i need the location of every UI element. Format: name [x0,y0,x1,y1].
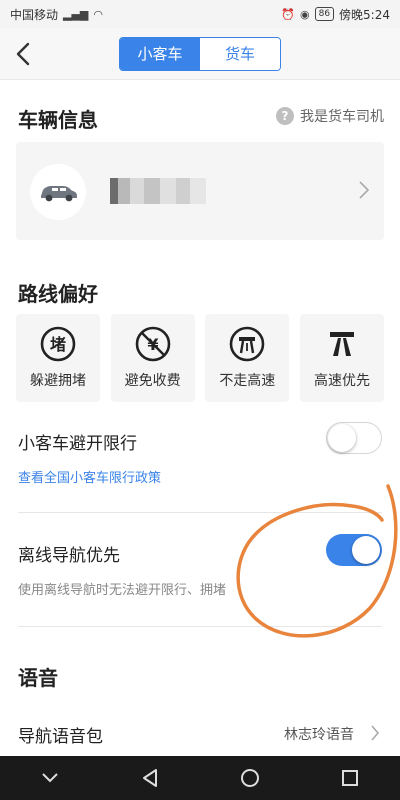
restriction-toggle[interactable] [326,422,382,454]
voice-section-title: 语音 [18,666,58,690]
vehicle-card[interactable] [16,142,384,240]
alarm-icon: ⏰ [281,7,295,21]
avoid-toll-icon: ¥ [135,326,170,362]
voice-package-label: 导航语音包 [18,727,103,747]
wifi-icon: ◠ [93,7,104,21]
question-icon: ? [276,107,294,125]
battery-icon: 86 [314,7,335,21]
status-bar: 中国移动 ▂▄▆ ◠ ⏰ ◉ 86 傍晚5:24 [0,0,400,28]
tile-label: 不走高速 [219,373,276,389]
offline-label: 离线导航优先 [18,546,120,566]
system-nav-bar [0,756,400,800]
route-option-no-highway[interactable]: 不走高速 [205,314,290,402]
restriction-label: 小客车避开限行 [18,434,137,454]
clock: 傍晚5:24 [339,7,390,22]
location-icon: ◉ [299,7,310,21]
route-section-title: 路线偏好 [18,282,98,306]
svg-text:堵: 堵 [50,335,66,354]
recents-nav-icon[interactable] [330,758,370,798]
tile-label: 躲避拥堵 [30,373,86,389]
top-bar: 小客车 货车 [0,28,400,80]
offline-toggle[interactable] [326,534,382,566]
svg-text:¥: ¥ [147,335,158,354]
back-nav-icon[interactable] [130,758,170,798]
vehicle-type-switch: 小客车 货车 [119,36,281,71]
highway-first-icon [329,332,354,356]
hide-keyboard-icon[interactable] [30,758,70,798]
status-left: 中国移动 ▂▄▆ ◠ [10,6,103,23]
no-highway-icon [230,326,265,362]
chevron-right-icon [359,181,370,199]
carrier-label: 中国移动 [10,7,59,22]
truck-driver-label: 我是货车司机 [300,109,384,125]
status-right: ⏰ ◉ 86 傍晚5:24 [281,6,390,23]
tile-label: 避免收费 [124,373,181,389]
route-options: 堵 躲避拥堵 ¥ 避免收费 不走高速 高速优先 [16,314,384,402]
restriction-policy-link[interactable]: 查看全国小客车限行政策 [18,467,161,486]
tab-car[interactable]: 小客车 [120,37,200,70]
license-plate-blurred [110,178,206,204]
car-icon [41,186,77,202]
chevron-right-icon [371,725,380,741]
back-icon[interactable] [12,41,36,67]
route-option-avoid-congestion[interactable]: 堵 躲避拥堵 [16,314,100,402]
route-option-highway-first[interactable]: 高速优先 [299,314,384,402]
toggle-knob [352,536,380,564]
divider [18,626,382,627]
vehicle-section-title: 车辆信息 [18,108,98,132]
tile-label: 高速优先 [313,373,370,389]
divider [18,512,382,513]
route-option-avoid-toll[interactable]: ¥ 避免收费 [110,314,195,402]
signal-icon: ▂▄▆ [63,7,89,21]
voice-package-value: 林志玲语音 [284,727,354,743]
avoid-congestion-icon: 堵 [40,326,76,362]
tab-truck[interactable]: 货车 [200,37,280,70]
offline-hint: 使用离线导航时无法避开限行、拥堵 [18,583,227,598]
home-nav-icon[interactable] [230,758,270,798]
car-avatar [30,164,86,220]
truck-driver-link[interactable]: ? 我是货车司机 [276,106,384,126]
toggle-knob [328,424,356,452]
